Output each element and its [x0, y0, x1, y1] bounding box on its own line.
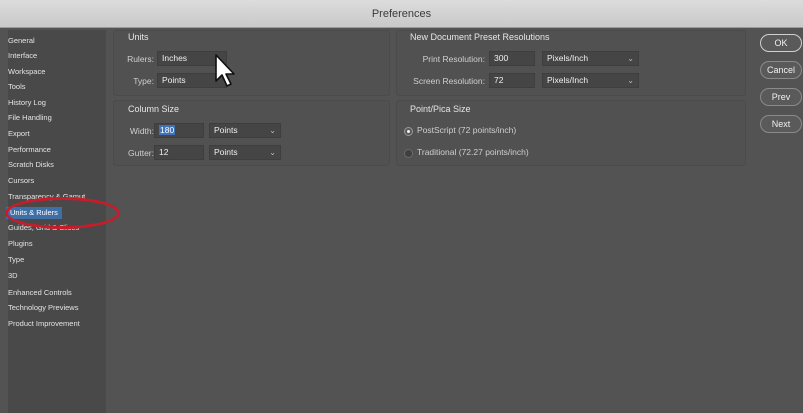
prev-button[interactable]: Prev: [760, 88, 802, 106]
screen-unit-value: Pixels/Inch: [547, 75, 589, 85]
print-unit-value: Pixels/Inch: [547, 53, 589, 63]
mouse-pointer-icon: [215, 54, 235, 87]
sidebar-item-export[interactable]: Export: [8, 128, 30, 140]
type-label: Type:: [133, 76, 154, 86]
cancel-button[interactable]: Cancel: [760, 61, 802, 79]
sidebar-item-general[interactable]: General: [8, 35, 35, 47]
chevron-down-icon: ⌄: [627, 54, 634, 63]
chevron-down-icon: ⌄: [269, 148, 276, 157]
type-value: Points: [162, 75, 186, 85]
rulers-label: Rulers:: [127, 54, 154, 64]
width-label: Width:: [129, 126, 154, 136]
width-unit-value: Points: [214, 125, 238, 135]
sidebar-item-guides-grid-slices[interactable]: Guides, Grid & Slices: [8, 222, 79, 234]
gutter-unit-select[interactable]: Points ⌄: [209, 145, 281, 160]
sidebar-item-product-improvement[interactable]: Product Improvement: [8, 318, 80, 330]
ok-button[interactable]: OK: [760, 34, 802, 52]
units-group: [113, 30, 390, 96]
sidebar-item-transparency-gamut[interactable]: Transparency & Gamut: [8, 191, 85, 203]
sidebar-item-type[interactable]: Type: [8, 254, 24, 266]
chevron-down-icon: ⌄: [627, 76, 634, 85]
column-size-title: Column Size: [128, 104, 180, 114]
screen-resolution-input[interactable]: 72: [489, 73, 535, 88]
point-pica-title: Point/Pica Size: [410, 104, 471, 114]
sidebar-item-file-handling[interactable]: File Handling: [8, 112, 52, 124]
new-doc-title: New Document Preset Resolutions: [410, 32, 550, 42]
sidebar-item-cursors[interactable]: Cursors: [8, 175, 34, 187]
width-unit-select[interactable]: Points ⌄: [209, 123, 281, 138]
rulers-value: Inches: [162, 53, 188, 63]
sidebar-item-technology-previews[interactable]: Technology Previews: [8, 302, 78, 314]
sidebar-item-enhanced-controls[interactable]: Enhanced Controls: [8, 287, 72, 299]
print-unit-select[interactable]: Pixels/Inch ⌄: [542, 51, 639, 66]
width-value: 180: [159, 125, 176, 135]
print-resolution-label: Print Resolution:: [422, 54, 485, 64]
sidebar-item-units-rulers[interactable]: Units & Rulers: [6, 207, 62, 219]
sidebar-item-history-log[interactable]: History Log: [8, 97, 46, 109]
sidebar-item-performance[interactable]: Performance: [8, 144, 51, 156]
units-title: Units: [128, 32, 149, 42]
screen-resolution-value: 72: [494, 75, 504, 85]
gutter-value: 12: [159, 147, 169, 157]
traditional-radio[interactable]: [404, 149, 413, 158]
sidebar-item-3d[interactable]: 3D: [8, 270, 18, 282]
sidebar-item-scratch-disks[interactable]: Scratch Disks: [8, 159, 54, 171]
screen-resolution-label: Screen Resolution:: [413, 76, 485, 86]
traditional-label: Traditional (72.27 points/inch): [417, 147, 529, 157]
postscript-label: PostScript (72 points/inch): [417, 125, 517, 135]
chevron-down-icon: ⌄: [269, 126, 276, 135]
screen-unit-select[interactable]: Pixels/Inch ⌄: [542, 73, 639, 88]
sidebar-item-plugins[interactable]: Plugins: [8, 238, 33, 250]
gutter-input[interactable]: 12: [154, 145, 204, 160]
window-title: Preferences: [0, 0, 803, 28]
next-button[interactable]: Next: [760, 115, 802, 133]
postscript-radio[interactable]: [404, 127, 413, 136]
sidebar-item-interface[interactable]: Interface: [8, 50, 37, 62]
width-input[interactable]: 180: [154, 123, 204, 138]
sidebar-item-workspace[interactable]: Workspace: [8, 66, 45, 78]
print-resolution-value: 300: [494, 53, 509, 63]
sidebar-item-tools[interactable]: Tools: [8, 81, 26, 93]
gutter-unit-value: Points: [214, 147, 238, 157]
gutter-label: Gutter:: [128, 148, 154, 158]
print-resolution-input[interactable]: 300: [489, 51, 535, 66]
